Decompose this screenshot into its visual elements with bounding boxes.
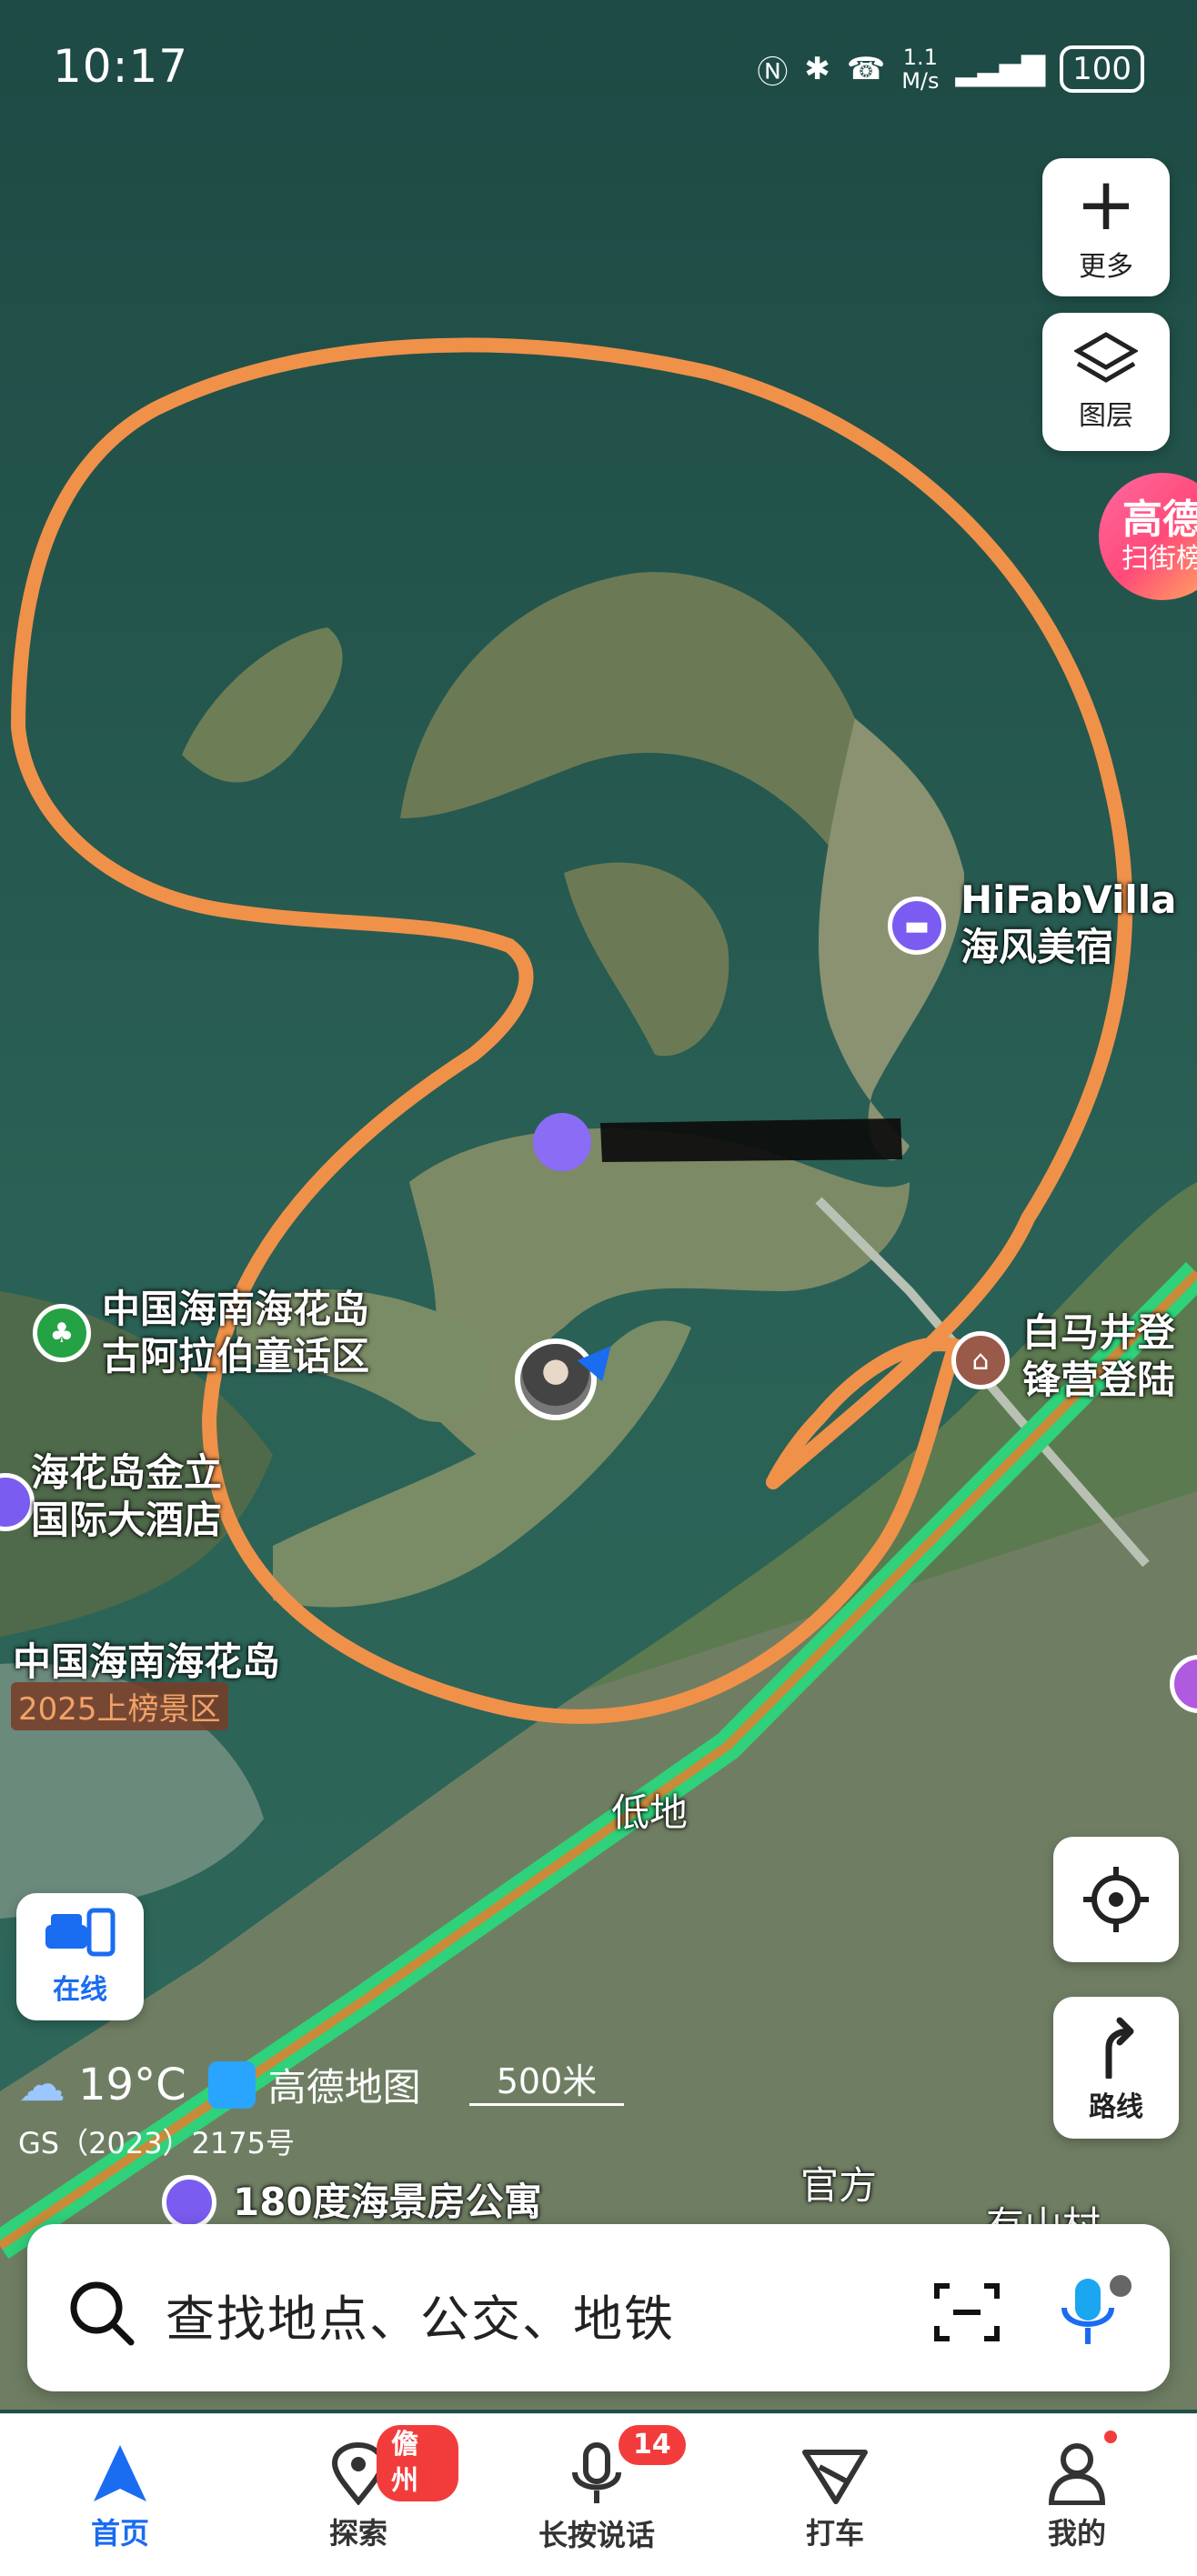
selected-point-marker[interactable] — [533, 1113, 591, 1171]
poi-jinli[interactable]: 海花岛金立 国际大酒店 — [31, 1449, 222, 1544]
poi-hifabvilla[interactable]: HiFabVilla 海风美宿 — [961, 877, 1176, 971]
online-car-button[interactable]: 在线 — [16, 1893, 144, 2020]
ranking-line2: 扫街榜 — [1122, 543, 1197, 575]
poi-fairy-tale[interactable]: 中国海南海花岛 古阿拉伯童话区 — [102, 1286, 369, 1380]
search-icon — [70, 2281, 135, 2346]
nfc-icon: Ⓝ — [757, 54, 789, 91]
net-speed: 1.1 M/s — [901, 45, 940, 94]
status-time: 10:17 — [53, 40, 189, 93]
scan-icon[interactable] — [933, 2280, 1001, 2344]
park-poi-icon[interactable]: ♣ — [33, 1304, 91, 1362]
locate-button[interactable] — [1053, 1837, 1179, 1962]
battery-icon: 100 — [1060, 45, 1144, 93]
cloud-icon: ☁ — [18, 2057, 65, 2112]
plus-icon: + — [1075, 162, 1137, 246]
tab-voice[interactable]: 长按说话 14 — [497, 2414, 697, 2576]
layers-icon — [1074, 332, 1138, 383]
microphone-icon — [572, 2442, 621, 2503]
online-label: 在线 — [53, 1974, 107, 2006]
satellite-map[interactable] — [0, 0, 1197, 2410]
brand-label: 高德地图 — [267, 2065, 421, 2110]
hotel-poi-icon-3[interactable] — [162, 2175, 216, 2230]
person-icon — [1048, 2443, 1106, 2505]
tab-voice-label: 长按说话 — [538, 2518, 655, 2552]
navigation-arrow-icon — [94, 2445, 146, 2501]
weather-row: ☁ 19°C 高德地图 — [18, 2057, 421, 2112]
route-arrow-icon — [1105, 2017, 1134, 2079]
search-input[interactable]: 查找地点、公交、地铁 — [166, 2279, 675, 2350]
more-label: 更多 — [1079, 251, 1133, 283]
tab-me[interactable]: 我的 — [977, 2414, 1177, 2576]
label-guanfang: 官方 — [800, 2163, 878, 2208]
map-scale: 500米 — [469, 2053, 624, 2106]
poi-seaview[interactable]: 180度海景房公寓 — [233, 2179, 542, 2226]
layers-label: 图层 — [1079, 400, 1133, 432]
hd-call-icon: ☎ — [846, 51, 886, 87]
label-lowland: 低地 — [611, 1790, 689, 1835]
redaction-scribble — [600, 1118, 902, 1162]
scenic-badge: 2025上榜景区 — [11, 1682, 228, 1730]
license-text: GS（2023）2175号 — [18, 2126, 295, 2160]
tab-home[interactable]: 首页 — [20, 2414, 220, 2576]
museum-poi-icon[interactable]: ⌂ — [951, 1331, 1010, 1389]
tab-explore-label: 探索 — [328, 2516, 387, 2551]
ranking-line1: 高德 — [1122, 496, 1197, 543]
status-icons: Ⓝ ✱ ☎ 1.1 M/s ▂▃▅▇ 100 — [757, 45, 1144, 93]
tab-me-label: 我的 — [1047, 2516, 1106, 2551]
tab-taxi[interactable]: 打车 — [735, 2414, 935, 2576]
bottom-tab-bar: 首页 探索 儋州 长按说话 14 打车 我的 — [0, 2413, 1197, 2576]
voice-mic-icon[interactable] — [1055, 2271, 1137, 2350]
label-cut: 有山村 — [986, 2203, 1101, 2226]
tab-explore[interactable]: 探索 儋州 — [258, 2414, 458, 2576]
amap-logo-icon — [207, 2060, 256, 2109]
route-label: 路线 — [1089, 2091, 1143, 2123]
status-bar: 10:17 Ⓝ ✱ ☎ 1.1 M/s ▂▃▅▇ 100 — [0, 0, 1197, 136]
voice-count-badge: 14 — [619, 2425, 686, 2465]
more-button[interactable]: + 更多 — [1042, 158, 1170, 296]
notification-dot — [1104, 2431, 1117, 2443]
tab-home-label: 首页 — [90, 2516, 149, 2551]
poi-scenic-name[interactable]: 中国海南海花岛 — [13, 1639, 280, 1686]
bluetooth-icon: ✱ — [804, 51, 830, 87]
tab-taxi-label: 打车 — [805, 2516, 864, 2551]
search-bar[interactable]: 查找地点、公交、地铁 — [27, 2224, 1170, 2391]
locate-icon — [1083, 1867, 1149, 1932]
explore-city-badge: 儋州 — [377, 2425, 458, 2501]
signal-icon: ▂▃▅▇ — [955, 51, 1046, 87]
layers-button[interactable]: 图层 — [1042, 313, 1170, 451]
taxi-flag-icon — [802, 2450, 868, 2504]
poi-baima[interactable]: 白马井登 锋营登陆 — [1022, 1309, 1175, 1404]
route-button[interactable]: 路线 — [1053, 1997, 1179, 2139]
weather-temp: 19°C — [78, 2059, 186, 2110]
hotel-poi-icon[interactable]: ▬ — [888, 897, 946, 955]
car-phone-icon — [45, 1908, 116, 1957]
